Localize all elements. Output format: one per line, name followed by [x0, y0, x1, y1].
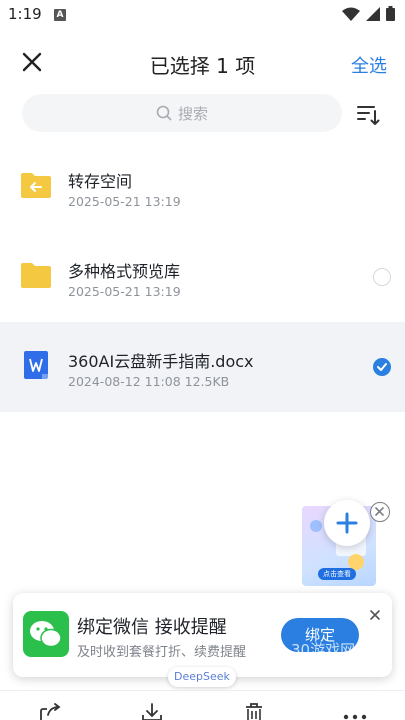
search-icon [156, 105, 172, 121]
status-bar: 1:19 A [0, 0, 405, 30]
notification-icon: A [54, 9, 66, 21]
wechat-bubbles-icon [30, 621, 62, 648]
battery-icon [386, 6, 395, 21]
plus-icon [336, 512, 358, 534]
file-row[interactable]: 多种格式预览库 2025-05-21 13:19 [0, 232, 405, 322]
add-button[interactable] [324, 500, 370, 546]
promo-view-button[interactable]: 点击查看 [318, 568, 356, 580]
bottom-toolbar [0, 690, 405, 720]
selection-header: 已选择 1 项 全选 [0, 40, 405, 86]
search-row: 搜索 [0, 94, 405, 134]
file-name: 360AI云盘新手指南.docx [68, 352, 254, 371]
delete-button[interactable] [241, 703, 267, 720]
folder-icon [21, 263, 51, 288]
sort-icon [357, 106, 380, 125]
sort-button[interactable] [355, 102, 381, 128]
status-time: 1:19 [8, 5, 42, 23]
wifi-icon [342, 7, 360, 21]
file-name: 多种格式预览库 [68, 262, 181, 281]
floating-promo[interactable]: 点击查看 [300, 500, 390, 586]
download-button[interactable] [139, 703, 165, 720]
file-row[interactable]: 转存空间 2025-05-21 13:19 [0, 142, 405, 232]
file-meta: 2024-08-12 11:08 12.5KB [68, 374, 230, 389]
search-placeholder: 搜索 [177, 104, 208, 123]
search-input[interactable]: 搜索 [22, 94, 342, 132]
file-name: 转存空间 [68, 172, 133, 191]
select-checkbox[interactable] [373, 268, 391, 286]
download-icon [142, 703, 162, 720]
page-title: 已选择 1 项 [149, 54, 256, 78]
select-all-button[interactable]: 全选 [351, 52, 387, 78]
file-list: 转存空间 2025-05-21 13:19 多种格式预览库 2025-05-21… [0, 142, 405, 412]
banner-subtitle: 及时收到套餐打折、续费提醒 [77, 645, 247, 660]
close-icon [370, 610, 380, 620]
file-meta: 2025-05-21 13:19 [68, 284, 181, 299]
file-meta: 2025-05-21 13:19 [68, 194, 181, 209]
close-icon [375, 507, 384, 516]
deepseek-tag[interactable]: DeepSeek [168, 667, 236, 687]
transfer-folder-icon [21, 173, 51, 198]
select-checkbox-checked[interactable] [373, 358, 391, 376]
checkmark-icon [377, 363, 387, 371]
promo-button-text: 点击查看 [323, 570, 351, 578]
more-icon [343, 714, 367, 720]
promo-close-button[interactable] [370, 502, 390, 522]
word-doc-icon [24, 351, 48, 379]
banner-title: 绑定微信 接收提醒 [77, 617, 227, 638]
status-icons [342, 6, 395, 21]
file-row[interactable]: 360AI云盘新手指南.docx 2024-08-12 11:08 12.5KB [0, 322, 405, 412]
watermark-text: 30游戏网 [291, 641, 356, 659]
signal-icon [366, 6, 380, 21]
more-button[interactable] [342, 703, 368, 720]
wechat-icon [23, 611, 69, 657]
share-button[interactable] [38, 703, 64, 720]
banner-close-button[interactable] [368, 607, 382, 621]
delete-icon [246, 703, 262, 720]
wechat-bind-banner: 绑定微信 接收提醒 及时收到套餐打折、续费提醒 绑定 30游戏网 [13, 593, 392, 677]
share-icon [40, 703, 61, 720]
